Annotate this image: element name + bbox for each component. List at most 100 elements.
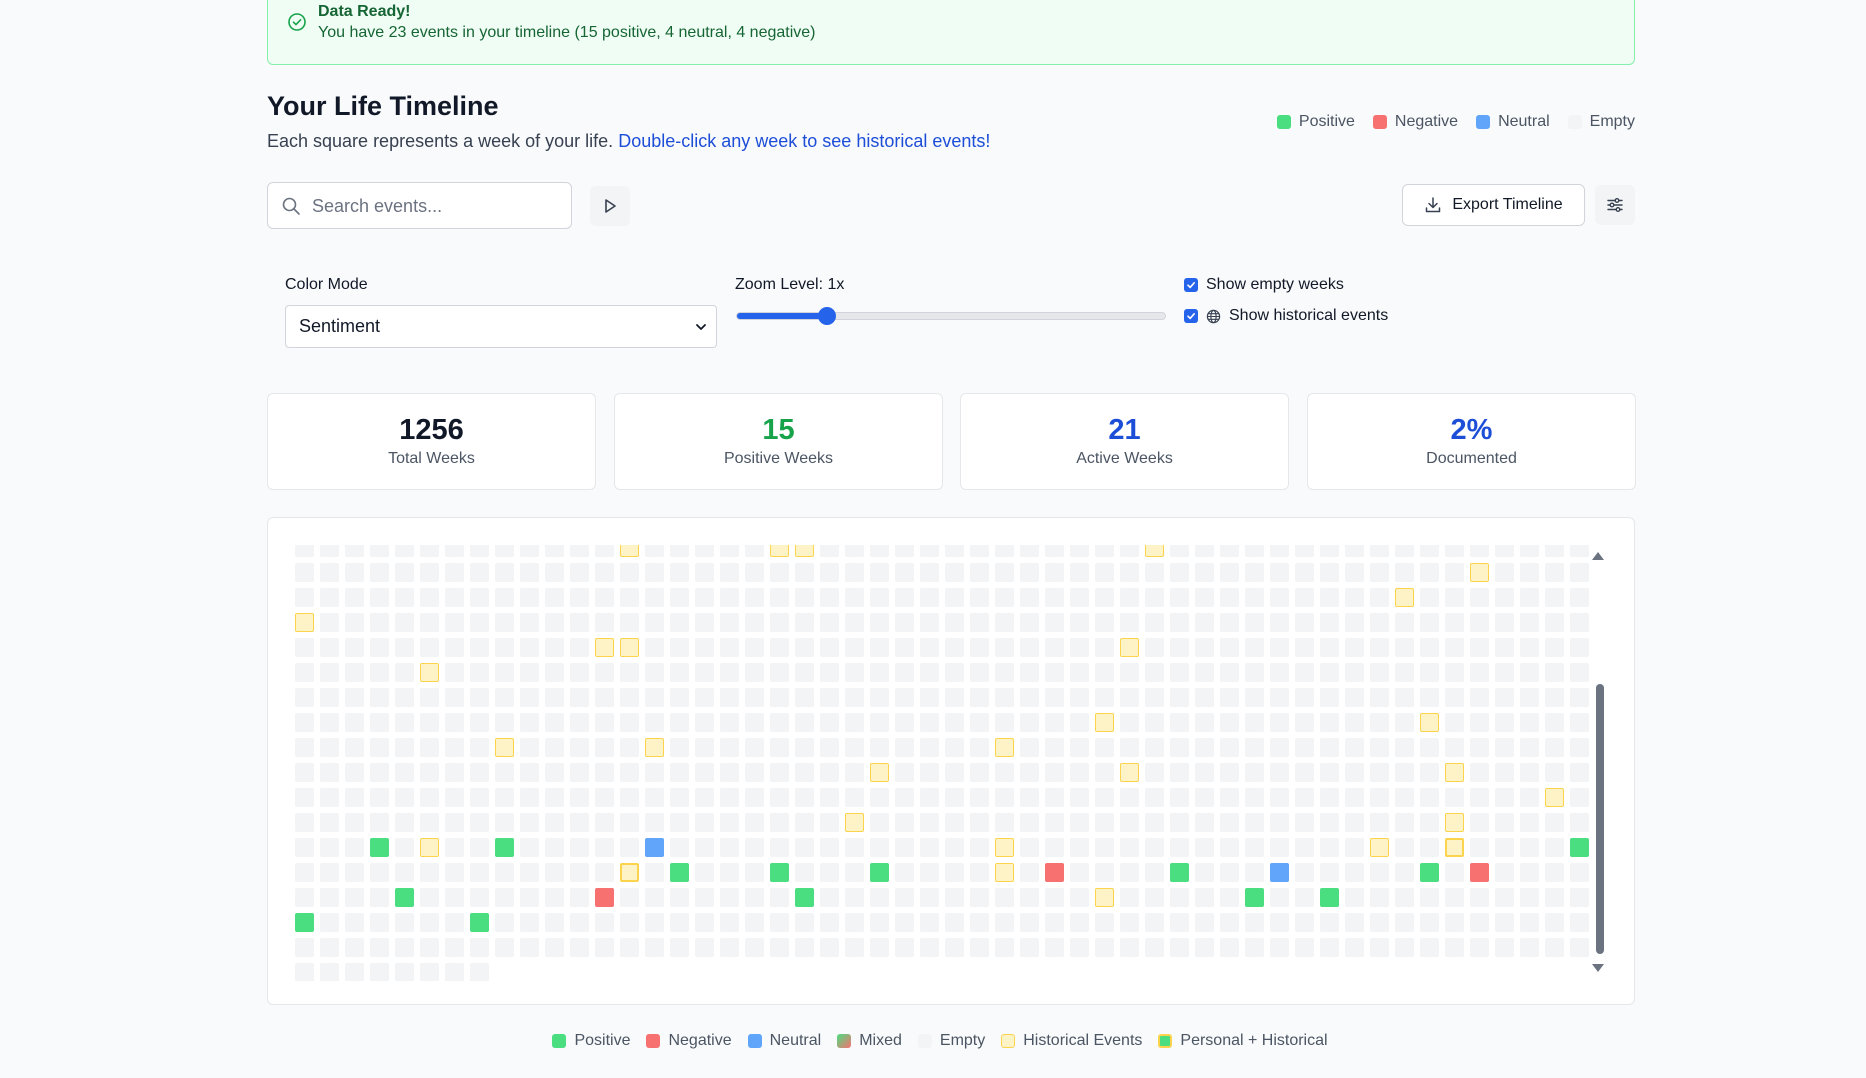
week-cell-historical[interactable]	[1095, 713, 1114, 732]
week-cell-empty[interactable]	[1220, 838, 1239, 857]
week-cell-empty[interactable]	[1170, 613, 1189, 632]
week-cell-empty[interactable]	[1295, 913, 1314, 932]
week-cell-empty[interactable]	[1570, 613, 1589, 632]
week-cell-empty[interactable]	[1570, 788, 1589, 807]
week-cell-empty[interactable]	[1045, 913, 1064, 932]
week-cell-empty[interactable]	[745, 913, 764, 932]
week-cell-empty[interactable]	[720, 663, 739, 682]
week-cell-empty[interactable]	[845, 913, 864, 932]
week-cell-empty[interactable]	[1520, 788, 1539, 807]
week-cell-empty[interactable]	[345, 613, 364, 632]
color-mode-select[interactable]: Sentiment	[285, 305, 717, 348]
week-cell-empty[interactable]	[1320, 763, 1339, 782]
week-cell-empty[interactable]	[495, 763, 514, 782]
week-cell-empty[interactable]	[1070, 613, 1089, 632]
week-cell-empty[interactable]	[320, 863, 339, 882]
week-cell-empty[interactable]	[1345, 588, 1364, 607]
week-cell-empty[interactable]	[1270, 663, 1289, 682]
week-cell-empty[interactable]	[445, 863, 464, 882]
week-cell-empty[interactable]	[1495, 813, 1514, 832]
week-cell-empty[interactable]	[345, 838, 364, 857]
week-cell-empty[interactable]	[295, 638, 314, 657]
zoom-slider[interactable]	[736, 307, 1166, 325]
week-cell-empty[interactable]	[1145, 713, 1164, 732]
week-cell-empty[interactable]	[295, 788, 314, 807]
week-cell-empty[interactable]	[1070, 938, 1089, 957]
week-cell-empty[interactable]	[1070, 838, 1089, 857]
week-cell-empty[interactable]	[545, 763, 564, 782]
week-cell-empty[interactable]	[495, 663, 514, 682]
week-cell-empty[interactable]	[370, 713, 389, 732]
week-cell-empty[interactable]	[520, 738, 539, 757]
week-cell-empty[interactable]	[1520, 738, 1539, 757]
week-cell-empty[interactable]	[295, 763, 314, 782]
week-cell-empty[interactable]	[445, 613, 464, 632]
week-cell-empty[interactable]	[1195, 863, 1214, 882]
week-cell-empty[interactable]	[820, 888, 839, 907]
week-cell-empty[interactable]	[470, 613, 489, 632]
week-cell-empty[interactable]	[1120, 713, 1139, 732]
week-cell-empty[interactable]	[795, 613, 814, 632]
week-cell-empty[interactable]	[1470, 738, 1489, 757]
week-cell-empty[interactable]	[995, 588, 1014, 607]
week-cell-empty[interactable]	[920, 738, 939, 757]
week-cell-empty[interactable]	[745, 763, 764, 782]
week-cell-empty[interactable]	[295, 713, 314, 732]
week-cell-empty[interactable]	[595, 788, 614, 807]
week-cell-empty[interactable]	[1320, 563, 1339, 582]
week-cell-empty[interactable]	[1195, 588, 1214, 607]
week-cell-empty[interactable]	[1020, 545, 1039, 557]
week-cell-empty[interactable]	[1070, 788, 1089, 807]
week-cell-empty[interactable]	[545, 638, 564, 657]
week-cell-empty[interactable]	[895, 663, 914, 682]
week-cell-empty[interactable]	[645, 613, 664, 632]
week-cell-empty[interactable]	[545, 545, 564, 557]
week-cell-empty[interactable]	[1245, 545, 1264, 557]
week-cell-empty[interactable]	[1570, 863, 1589, 882]
week-cell-empty[interactable]	[670, 588, 689, 607]
week-cell-empty[interactable]	[1120, 838, 1139, 857]
week-cell-empty[interactable]	[345, 738, 364, 757]
week-cell-empty[interactable]	[1220, 813, 1239, 832]
week-cell-empty[interactable]	[695, 545, 714, 557]
week-cell-empty[interactable]	[1370, 613, 1389, 632]
week-cell-empty[interactable]	[370, 863, 389, 882]
week-cell-empty[interactable]	[1270, 638, 1289, 657]
week-cell-empty[interactable]	[820, 813, 839, 832]
week-cell-empty[interactable]	[570, 588, 589, 607]
week-cell-empty[interactable]	[820, 738, 839, 757]
week-cell-empty[interactable]	[1270, 938, 1289, 957]
week-cell-empty[interactable]	[1270, 588, 1289, 607]
week-cell-empty[interactable]	[645, 788, 664, 807]
week-cell-empty[interactable]	[1470, 838, 1489, 857]
week-cell-empty[interactable]	[1195, 788, 1214, 807]
week-cell-empty[interactable]	[395, 713, 414, 732]
week-cell-empty[interactable]	[1170, 788, 1189, 807]
week-cell-empty[interactable]	[395, 838, 414, 857]
week-cell-empty[interactable]	[345, 638, 364, 657]
week-cell-empty[interactable]	[795, 663, 814, 682]
week-cell-empty[interactable]	[1020, 913, 1039, 932]
week-cell-empty[interactable]	[320, 663, 339, 682]
week-cell-empty[interactable]	[1070, 713, 1089, 732]
week-cell-empty[interactable]	[495, 913, 514, 932]
week-cell-empty[interactable]	[995, 545, 1014, 557]
week-cell-empty[interactable]	[1370, 738, 1389, 757]
week-cell-empty[interactable]	[1495, 838, 1514, 857]
week-cell-historical[interactable]	[1370, 838, 1389, 857]
week-cell-empty[interactable]	[745, 738, 764, 757]
week-cell-empty[interactable]	[1220, 738, 1239, 757]
week-cell-empty[interactable]	[520, 888, 539, 907]
week-cell-empty[interactable]	[820, 563, 839, 582]
week-cell-empty[interactable]	[1095, 913, 1114, 932]
week-cell-empty[interactable]	[1395, 563, 1414, 582]
week-cell-empty[interactable]	[1145, 838, 1164, 857]
week-cell-empty[interactable]	[1345, 613, 1364, 632]
week-cell-positive[interactable]	[1170, 863, 1189, 882]
week-cell-empty[interactable]	[1570, 813, 1589, 832]
week-cell-empty[interactable]	[1120, 738, 1139, 757]
week-cell-empty[interactable]	[470, 938, 489, 957]
week-cell-empty[interactable]	[770, 688, 789, 707]
week-cell-empty[interactable]	[1345, 545, 1364, 557]
week-cell-empty[interactable]	[1195, 738, 1214, 757]
